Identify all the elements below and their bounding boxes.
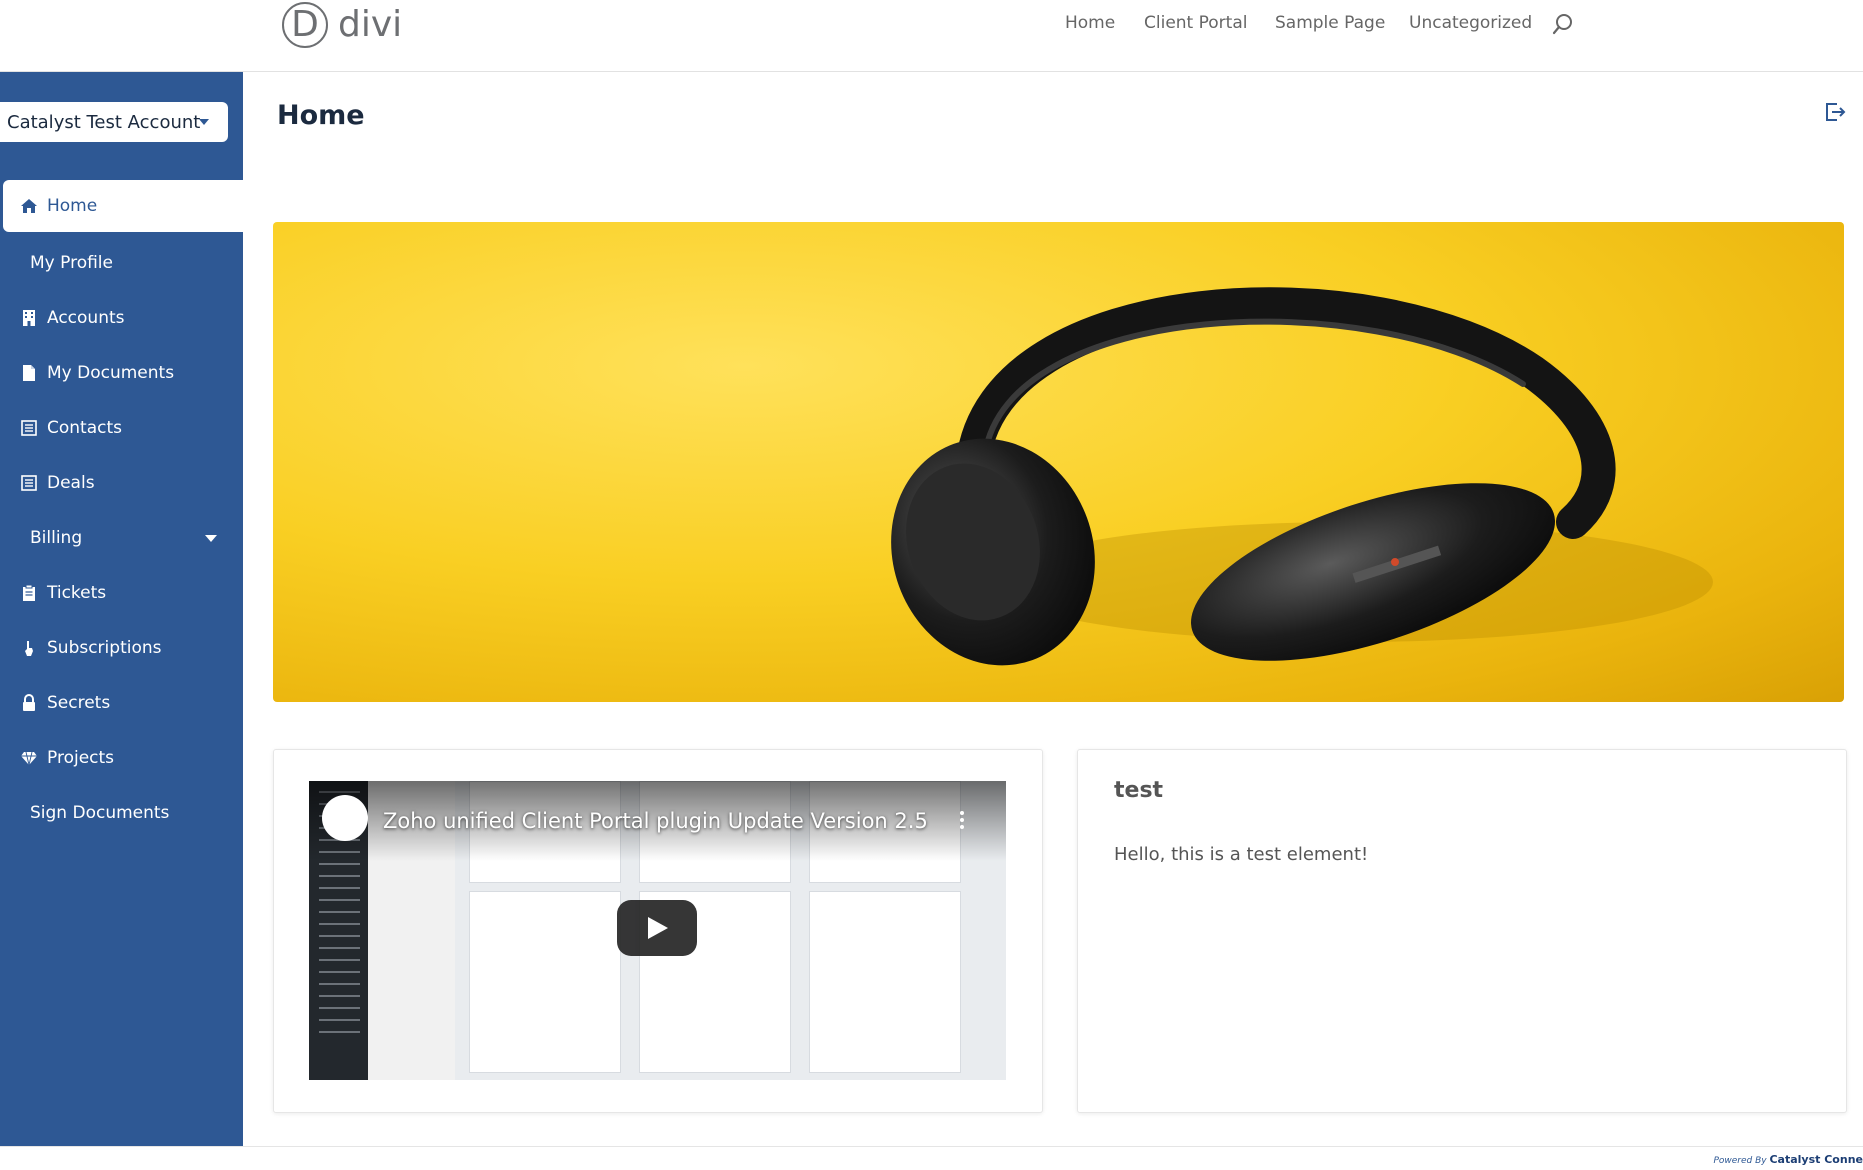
top-nav-uncategorized[interactable]: Uncategorized — [1409, 13, 1532, 33]
sidebar-item-accounts[interactable]: Accounts — [0, 290, 243, 345]
headphones-image — [891, 287, 1713, 666]
video-thumbnail — [809, 891, 961, 1073]
hero-image — [273, 222, 1844, 702]
powered-by[interactable]: Powered By Catalyst Conne — [1713, 1153, 1863, 1166]
sidebar-item-label: Deals — [47, 472, 95, 493]
sidebar-item-billing[interactable]: Billing — [0, 510, 243, 565]
test-card-body: Hello, this is a test element! — [1114, 844, 1369, 865]
sidebar-item-label: My Profile — [30, 252, 113, 273]
sidebar-item-contacts[interactable]: Contacts — [0, 400, 243, 455]
document-icon — [23, 364, 35, 381]
sidebar-item-label: Home — [47, 196, 98, 216]
sidebar-item-deals[interactable]: Deals — [0, 455, 243, 510]
video-card: Zoho unified Client Portal plugin Update… — [273, 749, 1043, 1113]
home-icon — [21, 199, 37, 213]
sidebar-nav: Home My Profile Accounts My Documents Co… — [0, 180, 243, 840]
test-card-title: test — [1114, 778, 1164, 803]
footer — [0, 1146, 1863, 1170]
test-card: test Hello, this is a test element! — [1077, 749, 1847, 1113]
sidebar-item-label: My Documents — [47, 362, 175, 383]
lock-icon — [23, 693, 35, 711]
top-header: D divi Home Client Portal Sample Page Un… — [0, 0, 1863, 72]
sidebar-item-label: Secrets — [47, 692, 111, 713]
sidebar-item-my-documents[interactable]: My Documents — [0, 345, 243, 400]
sidebar: Catalyst Test Account Home My Profile Ac… — [0, 72, 243, 1146]
diamond-icon — [21, 751, 37, 765]
play-button[interactable] — [617, 900, 697, 956]
sidebar-item-label: Billing — [30, 527, 83, 548]
list-icon — [21, 474, 37, 491]
video-title[interactable]: Zoho unified Client Portal plugin Update… — [383, 809, 928, 833]
sidebar-item-projects[interactable]: Projects — [0, 730, 243, 785]
video-thumbnail — [469, 891, 621, 1073]
account-name: Catalyst Test Account — [7, 111, 201, 133]
channel-logo[interactable] — [322, 795, 368, 841]
sidebar-item-home[interactable]: Home — [3, 180, 243, 232]
list-icon — [21, 419, 37, 436]
footer-brand: Catalyst Conne — [1769, 1153, 1863, 1166]
sidebar-item-tickets[interactable]: Tickets — [0, 565, 243, 620]
sidebar-item-label: Contacts — [47, 417, 122, 438]
sidebar-item-label: Accounts — [47, 307, 125, 328]
top-nav-client-portal[interactable]: Client Portal — [1144, 13, 1247, 33]
hand-icon — [25, 640, 33, 656]
logout-icon[interactable] — [1824, 101, 1846, 123]
sidebar-item-label: Sign Documents — [30, 802, 170, 823]
sidebar-item-label: Projects — [47, 747, 115, 768]
sidebar-item-label: Tickets — [47, 582, 107, 603]
search-icon[interactable] — [1552, 13, 1574, 35]
building-icon — [23, 309, 35, 326]
sidebar-item-subscriptions[interactable]: Subscriptions — [0, 620, 243, 675]
top-nav-home[interactable]: Home — [1065, 13, 1115, 33]
sidebar-item-sign-documents[interactable]: Sign Documents — [0, 785, 243, 840]
top-nav: Home Client Portal Sample Page Uncategor… — [0, 13, 1863, 37]
account-selector[interactable]: Catalyst Test Account — [0, 102, 228, 142]
sidebar-item-my-profile[interactable]: My Profile — [0, 235, 243, 290]
chevron-down-icon — [205, 535, 217, 542]
sidebar-item-secrets[interactable]: Secrets — [0, 675, 243, 730]
page-title: Home — [277, 100, 365, 131]
sidebar-item-label: Subscriptions — [47, 637, 162, 658]
powered-by-label: Powered By — [1713, 1156, 1767, 1166]
more-options-icon[interactable] — [960, 811, 964, 829]
caret-down-icon — [199, 119, 209, 125]
top-nav-sample-page[interactable]: Sample Page — [1275, 13, 1385, 33]
clipboard-icon — [23, 584, 35, 601]
video-player[interactable]: Zoho unified Client Portal plugin Update… — [309, 781, 1006, 1080]
